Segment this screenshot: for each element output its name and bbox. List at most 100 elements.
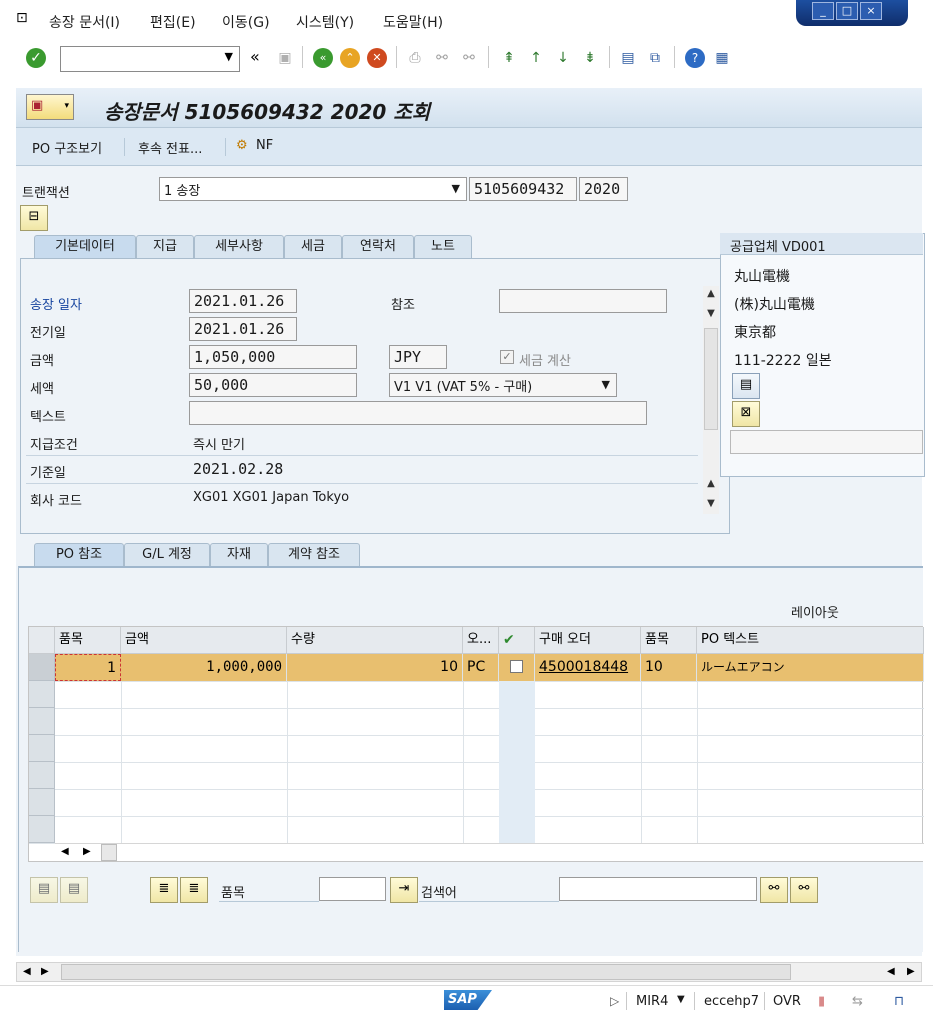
menu-toggle-button[interactable]: ▣ ▾ xyxy=(26,94,74,120)
table-row[interactable] xyxy=(29,762,924,790)
tab-basic-data[interactable]: 기본데이터 xyxy=(34,235,136,258)
scroll-thumb[interactable] xyxy=(61,964,791,980)
row-selector[interactable] xyxy=(29,789,55,816)
search-term-field[interactable] xyxy=(559,877,757,901)
find-next-icon[interactable]: ⚯ xyxy=(459,48,479,68)
command-field[interactable]: ▼ xyxy=(60,46,240,72)
print-icon[interactable]: ⎙ xyxy=(405,48,425,68)
table-row[interactable] xyxy=(29,681,924,709)
row-selector[interactable] xyxy=(29,681,55,708)
col-po-text-header[interactable]: PO 텍스트 xyxy=(697,627,924,654)
cell-quantity[interactable]: 10 xyxy=(287,654,463,681)
table-row[interactable]: 1 1,000,000 10 PC 4500018448 10 ルームエアコン xyxy=(29,654,924,682)
goto-item-icon[interactable]: ⇥ xyxy=(390,877,418,903)
row-selector[interactable] xyxy=(29,708,55,735)
first-page-icon[interactable]: ⇞ xyxy=(499,48,519,68)
doc-overview-icon[interactable]: ⊟ xyxy=(20,205,48,231)
po-structure-button[interactable]: PO 구조보기 xyxy=(32,138,102,157)
scroll-left-icon[interactable]: ◀ xyxy=(61,846,69,857)
menu-invoice-document[interactable]: 송장 문서(I) xyxy=(49,12,120,32)
close-icon[interactable]: × xyxy=(860,2,882,20)
padlock-icon[interactable]: ⊓ xyxy=(894,994,904,1009)
details-item-icon[interactable]: ▤ xyxy=(30,877,58,903)
edit-item-icon[interactable]: ▤ xyxy=(60,877,88,903)
row-selector[interactable] xyxy=(29,816,55,843)
chevron-down-icon[interactable]: ▼ xyxy=(602,378,610,391)
scroll-right-icon[interactable]: ▶ xyxy=(83,846,91,857)
scroll-left-icon[interactable]: ◀ xyxy=(23,966,31,977)
row-selector[interactable] xyxy=(29,735,55,762)
cell-unit[interactable]: PC xyxy=(463,654,499,681)
scroll-left-icon[interactable]: ◀ xyxy=(887,966,895,977)
row-selector[interactable] xyxy=(29,654,55,681)
scroll-right-icon[interactable]: ▶ xyxy=(907,966,915,977)
chevron-down-icon[interactable]: ▼ xyxy=(677,994,685,1005)
tax-code-select[interactable]: V1 V1 (VAT 5% - 구매) ▼ xyxy=(389,373,617,397)
table-row[interactable] xyxy=(29,789,924,817)
save-icon[interactable]: ▣ xyxy=(275,48,295,68)
basic-data-scrollbar[interactable]: ▲ ▼ ▲ ▼ xyxy=(703,286,719,514)
tab-tax[interactable]: 세금 xyxy=(284,235,342,258)
grid-hscrollbar[interactable]: ◀ ▶ xyxy=(55,843,924,861)
shortcut-icon[interactable]: ⧉ xyxy=(645,48,665,68)
chevron-down-icon[interactable]: ▼ xyxy=(452,182,460,195)
exit-icon[interactable]: ⌃ xyxy=(340,48,360,68)
scroll-thumb[interactable] xyxy=(101,844,117,861)
tab-po-reference[interactable]: PO 참조 xyxy=(34,543,124,566)
follow-on-documents-button[interactable]: 후속 전표... xyxy=(138,138,202,157)
menu-help[interactable]: 도움말(H) xyxy=(383,12,443,32)
col-quantity-header[interactable]: 수량 xyxy=(287,627,463,654)
cell-item[interactable]: 1 xyxy=(55,654,121,681)
customize-layout-icon[interactable]: ▦ xyxy=(712,48,732,68)
insert-mode[interactable]: OVR xyxy=(773,994,801,1009)
cell-amount[interactable]: 1,000,000 xyxy=(121,654,287,681)
col-po-item-header[interactable]: 품목 xyxy=(641,627,697,654)
cell-po-text[interactable]: ルームエアコン xyxy=(697,654,924,681)
tab-details[interactable]: 세부사항 xyxy=(194,235,284,258)
scroll-up-icon[interactable]: ▲ xyxy=(703,476,719,492)
layout-label[interactable]: 레이아웃 xyxy=(791,602,839,621)
maximize-icon[interactable]: □ xyxy=(836,2,858,20)
nf-icon[interactable]: ⚙ xyxy=(236,138,248,153)
calculate-tax-checkbox[interactable]: ✓ xyxy=(500,350,514,364)
cancel-icon[interactable]: ✕ xyxy=(367,48,387,68)
cell-po-item[interactable]: 10 xyxy=(641,654,697,681)
table-row[interactable] xyxy=(29,708,924,736)
collapse-icon[interactable]: « xyxy=(250,47,260,66)
help-icon[interactable]: ? xyxy=(685,48,705,68)
tab-gl-account[interactable]: G/L 계정 xyxy=(124,543,210,566)
back-icon[interactable]: « xyxy=(313,48,333,68)
col-amount-header[interactable]: 금액 xyxy=(121,627,287,654)
prev-page-icon[interactable]: ↑ xyxy=(526,48,546,68)
find-next-icon[interactable]: ⚯ xyxy=(790,877,818,903)
row-selector[interactable] xyxy=(29,762,55,789)
select-all-icon[interactable]: ≣ xyxy=(150,877,178,903)
col-unit-header[interactable]: 오... xyxy=(463,627,499,654)
menu-system[interactable]: 시스템(Y) xyxy=(296,12,354,32)
scroll-down-icon[interactable]: ▼ xyxy=(703,306,719,322)
tab-notes[interactable]: 노트 xyxy=(414,235,472,258)
status-expand-icon[interactable]: ▷ xyxy=(610,994,619,1008)
vendor-details-icon[interactable]: ▤ xyxy=(732,373,760,399)
item-search-field[interactable] xyxy=(319,877,386,901)
next-page-icon[interactable]: ↓ xyxy=(553,48,573,68)
menu-icon[interactable]: ⊡ xyxy=(16,10,34,28)
new-session-icon[interactable]: ▤ xyxy=(618,48,638,68)
scroll-up-icon[interactable]: ▲ xyxy=(703,286,719,302)
table-row[interactable] xyxy=(29,735,924,763)
tab-contacts[interactable]: 연락처 xyxy=(342,235,414,258)
cell-purchase-order[interactable]: 4500018448 xyxy=(535,654,641,681)
tab-contract-reference[interactable]: 계약 참조 xyxy=(268,543,360,566)
scroll-down-icon[interactable]: ▼ xyxy=(703,496,719,512)
item-checkbox[interactable] xyxy=(510,660,523,673)
minimize-icon[interactable]: _ xyxy=(812,2,834,20)
transaction-code[interactable]: MIR4 xyxy=(636,994,668,1009)
tab-material[interactable]: 자재 xyxy=(210,543,268,566)
select-all-header[interactable] xyxy=(29,627,55,654)
nf-button[interactable]: NF xyxy=(256,138,273,153)
enter-icon[interactable]: ✓ xyxy=(26,48,46,68)
page-hscrollbar[interactable]: ◀ ▶ ◀ ▶ xyxy=(16,962,922,982)
tab-payment[interactable]: 지급 xyxy=(136,235,194,258)
transaction-select[interactable]: 1 송장 ▼ xyxy=(159,177,467,201)
vendor-contact-icon[interactable]: ⊠ xyxy=(732,401,760,427)
